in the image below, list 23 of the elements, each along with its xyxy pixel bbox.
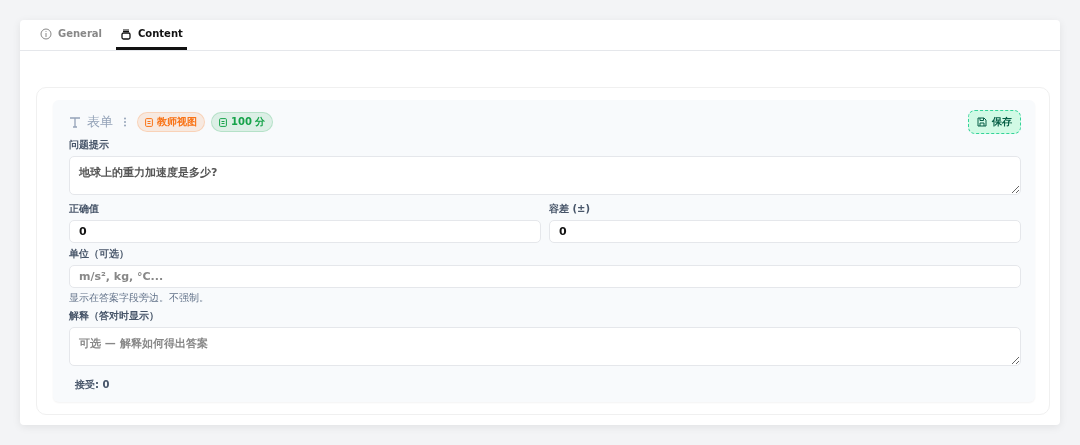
input-field[interactable]: 0 [69, 220, 541, 243]
drag-handle-icon[interactable] [123, 117, 127, 127]
badge: 教师视图 [137, 112, 205, 132]
input-field[interactable]: 0 [549, 220, 1021, 243]
hint-text: 显示在答案字段旁边。不强制。 [69, 291, 210, 305]
info-icon [40, 27, 52, 40]
field-label: 解释（答对时显示） [69, 309, 160, 323]
field-label: 问题提示 [69, 138, 110, 152]
field-label: 容差 (±) [549, 202, 591, 216]
block-title: 表单 [87, 113, 113, 131]
save-button[interactable]: 保存 [968, 110, 1021, 134]
badge: 100 分 [211, 112, 274, 132]
text-area[interactable]: 地球上的重力加速度是多少? [69, 156, 1021, 195]
save-icon [977, 117, 987, 127]
tab[interactable]: General [36, 20, 106, 50]
tab[interactable]: Content [116, 20, 187, 50]
text-icon [69, 116, 81, 128]
field-label: 正确值 [69, 202, 100, 216]
text-area[interactable]: 可选 — 解释如何得出答案 [69, 327, 1021, 366]
field-label: 单位（可选） [69, 247, 130, 261]
input-field[interactable]: m/s², kg, °C... [69, 265, 1021, 288]
box-icon [120, 27, 132, 40]
accepted-count: 接受: 0 [75, 378, 111, 392]
